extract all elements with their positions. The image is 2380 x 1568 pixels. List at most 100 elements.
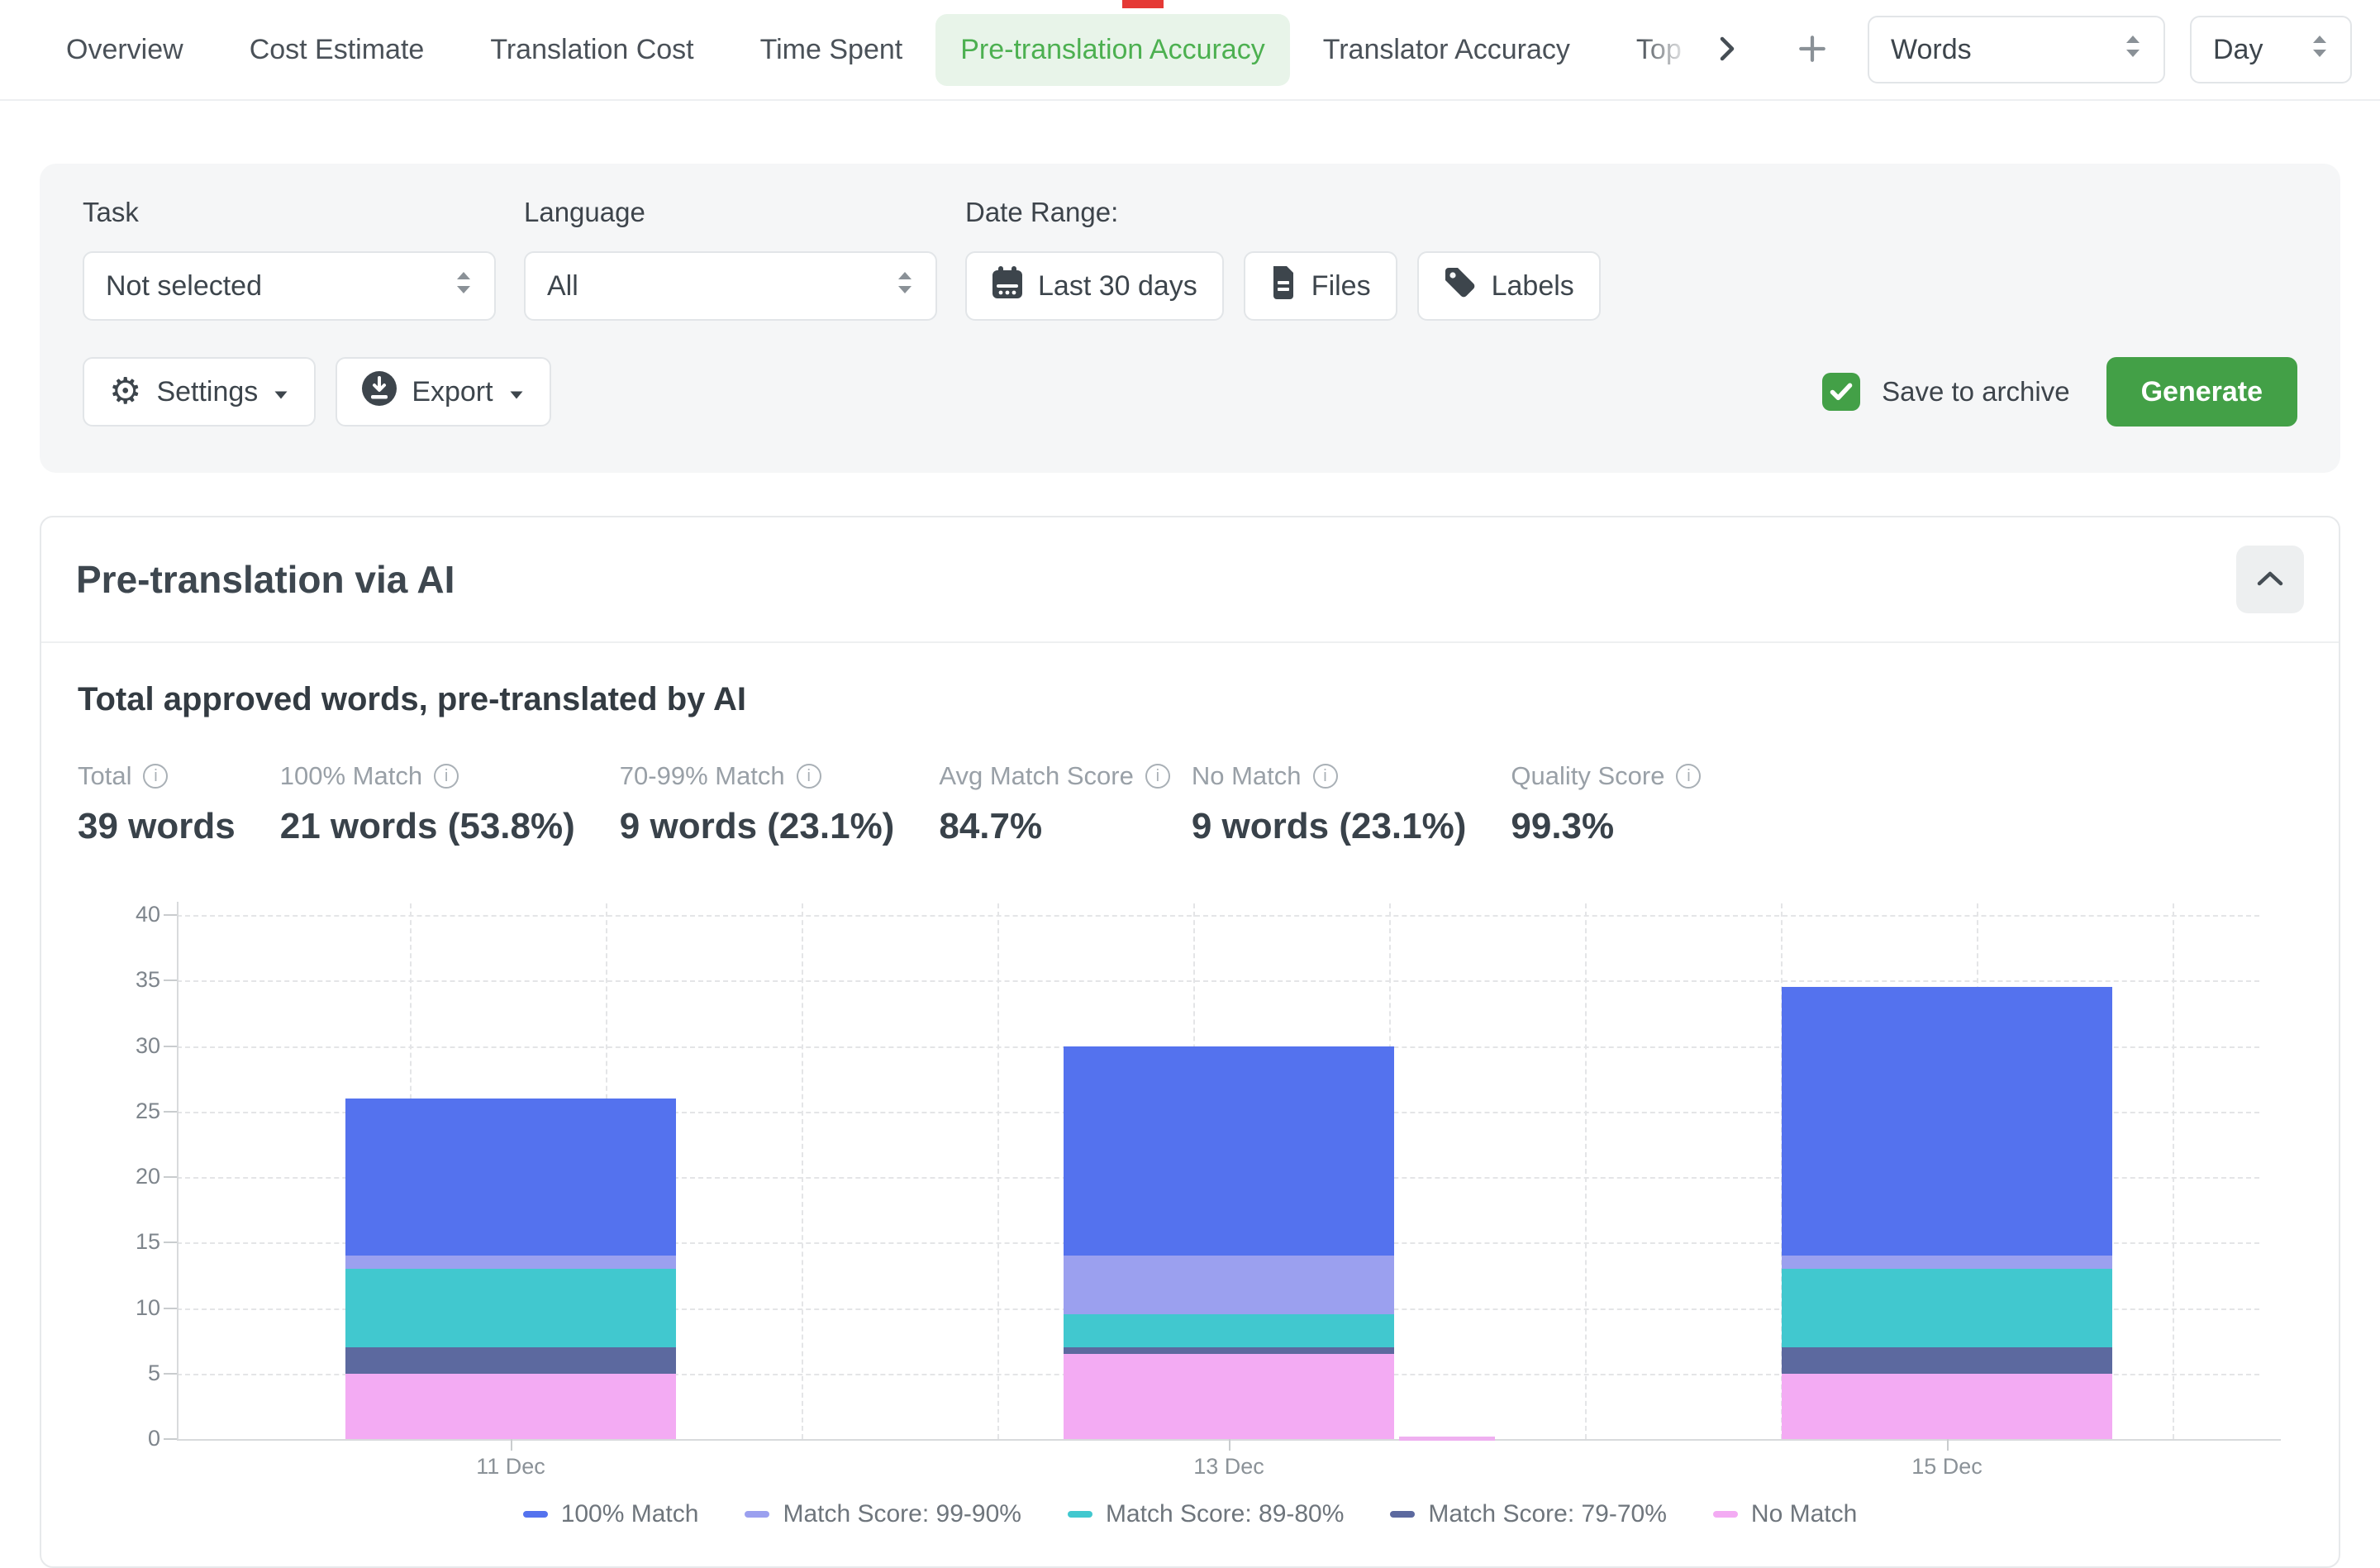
bar-segment[interactable]	[345, 1099, 676, 1256]
add-report-tab-button[interactable]	[1797, 33, 1828, 67]
x-gridline	[1585, 903, 1587, 1439]
legend-item[interactable]: Match Score: 99-90%	[745, 1500, 1021, 1528]
baseline-pink-artifact	[1399, 1437, 1495, 1441]
settings-button[interactable]: ⚙ Settings	[83, 357, 316, 427]
unit-select[interactable]: Words	[1868, 16, 2165, 83]
tab-top-truncated[interactable]: Top	[1636, 34, 1696, 66]
tag-icon	[1444, 266, 1477, 307]
caret-down-icon	[508, 376, 525, 408]
caret-down-icon	[273, 376, 289, 408]
info-icon[interactable]: i	[797, 764, 821, 789]
legend-item[interactable]: Match Score: 89-80%	[1068, 1500, 1344, 1528]
bar-segment[interactable]	[1782, 987, 2112, 1256]
y-axis-tick	[164, 1373, 177, 1375]
collapse-section-button[interactable]	[2236, 546, 2304, 613]
select-arrows-icon	[2311, 34, 2329, 66]
info-icon[interactable]: i	[1313, 764, 1338, 789]
bar-segment[interactable]	[345, 1269, 676, 1347]
stat-value: 99.3%	[1511, 806, 1701, 847]
report-card: Pre-translation via AI Total approved wo…	[40, 516, 2340, 1568]
bar-segment[interactable]	[1782, 1269, 2112, 1347]
tab-translation-cost[interactable]: Translation Cost	[490, 34, 693, 66]
info-icon[interactable]: i	[1145, 764, 1170, 789]
tab-bar: Overview Cost Estimate Translation Cost …	[0, 0, 2380, 101]
chart-legend: 100% Match Match Score: 99-90% Match Score…	[78, 1500, 2302, 1528]
save-to-archive-toggle[interactable]: Save to archive	[1822, 373, 2069, 411]
report-filters-panel: Task Not selected Language All Date Rang…	[40, 164, 2340, 473]
y-axis-tick-label: 15	[102, 1229, 160, 1255]
tabs-overflow-button[interactable]	[1717, 35, 1737, 65]
date-range-button[interactable]: Last 30 days	[965, 251, 1224, 321]
stat-label: 70-99% Match	[620, 761, 785, 791]
bar-segment[interactable]	[1782, 1347, 2112, 1374]
language-filter-group: Language All	[524, 197, 937, 321]
date-range-buttons: Last 30 days Files Labels	[965, 251, 1601, 321]
bar-segment[interactable]	[345, 1374, 676, 1439]
legend-color-dash	[1390, 1511, 1415, 1518]
bar-segment[interactable]	[1064, 1256, 1394, 1314]
bar-segment[interactable]	[345, 1256, 676, 1269]
stat-label: 100% Match	[280, 761, 422, 791]
tab-cost-estimate[interactable]: Cost Estimate	[250, 34, 425, 66]
date-range-filter-group: Date Range: Last 30 days Files	[965, 197, 1601, 321]
language-select[interactable]: All	[524, 251, 937, 321]
stat-label: Total	[78, 761, 131, 791]
legend-label: 100% Match	[561, 1500, 699, 1528]
chevron-right-icon	[1717, 35, 1737, 65]
y-axis-tick	[164, 979, 177, 981]
report-card-header: Pre-translation via AI	[41, 517, 2339, 643]
legend-label: Match Score: 79-70%	[1428, 1500, 1666, 1528]
legend-item[interactable]: 100% Match	[523, 1500, 699, 1528]
bar-segment[interactable]	[1064, 1354, 1394, 1439]
info-icon[interactable]: i	[1676, 764, 1701, 789]
x-axis-category-label: 11 Dec	[476, 1454, 545, 1480]
report-tabs: Overview Cost Estimate Translation Cost …	[66, 14, 1828, 86]
legend-item[interactable]: No Match	[1713, 1500, 1857, 1528]
stat-value: 9 words (23.1%)	[620, 806, 895, 847]
generate-button[interactable]: Generate	[2106, 357, 2297, 427]
download-icon	[362, 371, 397, 413]
export-button[interactable]: Export	[336, 357, 550, 427]
y-axis-tick-label: 35	[102, 967, 160, 993]
bar-segment[interactable]	[1782, 1256, 2112, 1269]
plus-icon	[1797, 33, 1828, 67]
date-range-label: Date Range:	[965, 197, 1601, 228]
bar-segment[interactable]	[1782, 1374, 2112, 1439]
tab-time-spent[interactable]: Time Spent	[760, 34, 903, 66]
tab-translator-accuracy[interactable]: Translator Accuracy	[1323, 34, 1570, 66]
task-select[interactable]: Not selected	[83, 251, 496, 321]
bar-segment[interactable]	[1064, 1046, 1394, 1256]
legend-color-dash	[745, 1511, 769, 1518]
file-icon	[1270, 266, 1297, 307]
info-icon[interactable]: i	[143, 764, 168, 789]
y-axis-tick	[164, 1438, 177, 1440]
legend-item[interactable]: Match Score: 79-70%	[1390, 1500, 1666, 1528]
actions-row: ⚙ Settings Export Save to archive Genera…	[83, 357, 2297, 427]
info-icon[interactable]: i	[434, 764, 459, 789]
gear-icon: ⚙	[109, 374, 141, 410]
bar-segment[interactable]	[1064, 1314, 1394, 1347]
files-button[interactable]: Files	[1244, 251, 1397, 321]
unit-select-value: Words	[1891, 34, 1972, 66]
bar-segment[interactable]	[1064, 1347, 1394, 1354]
select-arrows-icon	[455, 270, 473, 303]
stat-quality-score: Quality Scorei 99.3%	[1511, 761, 1701, 847]
chevron-up-icon	[2256, 570, 2284, 589]
tab-pre-translation-accuracy[interactable]: Pre-translation Accuracy	[935, 14, 1290, 86]
y-axis-tick	[164, 1242, 177, 1243]
x-gridline	[802, 903, 803, 1439]
calendar-icon	[992, 266, 1023, 307]
x-gridline	[2173, 903, 2174, 1439]
bar-segment[interactable]	[345, 1347, 676, 1374]
labels-button[interactable]: Labels	[1417, 251, 1601, 321]
period-select[interactable]: Day	[2190, 16, 2352, 83]
y-axis-tick-label: 5	[102, 1361, 160, 1386]
tab-overview[interactable]: Overview	[66, 34, 183, 66]
stat-value: 84.7%	[939, 806, 1169, 847]
report-card-body: Total approved words, pre-translated by …	[41, 643, 2339, 1566]
y-gridline	[177, 980, 2259, 982]
section-heading: Total approved words, pre-translated by …	[78, 681, 2302, 718]
stat-no-match: No Matchi 9 words (23.1%)	[1192, 761, 1467, 847]
date-range-button-label: Last 30 days	[1038, 270, 1197, 303]
x-gridline	[997, 903, 999, 1439]
